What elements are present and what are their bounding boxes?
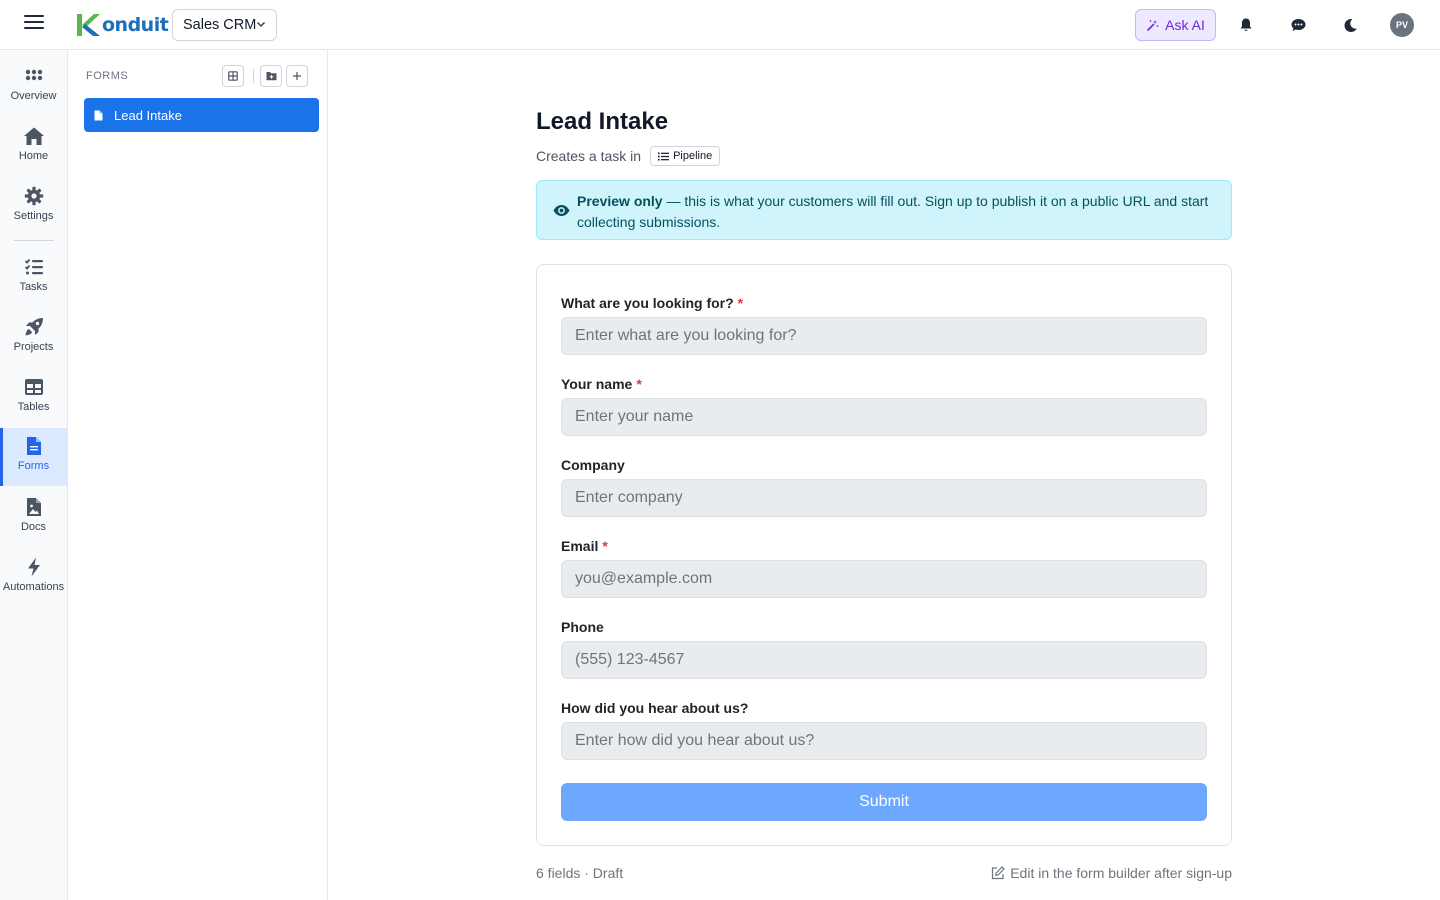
pipeline-badge[interactable]: Pipeline (650, 146, 721, 166)
phone-input[interactable] (561, 641, 1207, 679)
document-icon (94, 110, 103, 120)
chevron-down-icon (256, 21, 266, 28)
table-icon (24, 379, 43, 395)
required-marker: * (737, 295, 744, 311)
submit-button[interactable]: Submit (561, 783, 1207, 821)
forms-panel-title: FORMS (86, 70, 129, 82)
nav-overview[interactable]: Overview (0, 58, 67, 116)
chat-icon[interactable] (1288, 15, 1308, 35)
workspace-select[interactable]: Sales CRM (172, 9, 277, 41)
form-list-item-lead-intake[interactable]: Lead Intake (84, 98, 319, 132)
nav-settings[interactable]: Settings (0, 178, 67, 236)
nav-label-projects: Projects (13, 341, 54, 353)
email-input[interactable] (561, 560, 1207, 598)
edit-icon (992, 866, 1006, 880)
top-bar: onduit Sales CRM Ask AI PV (0, 0, 1440, 50)
page-title: Lead Intake (536, 108, 669, 135)
konduit-logo[interactable]: onduit (75, 11, 169, 39)
plus-icon (293, 72, 301, 80)
new-folder-button[interactable] (260, 65, 282, 87)
list-icon (658, 152, 670, 160)
gear-icon (24, 186, 43, 206)
nav-label-docs: Docs (20, 521, 47, 533)
field-label-email: Email * (561, 538, 608, 554)
nav-label-home: Home (18, 150, 49, 162)
referral-source-input[interactable] (561, 722, 1207, 760)
preview-banner: Preview only — this is what your custome… (536, 180, 1232, 240)
your-name-input[interactable] (561, 398, 1207, 436)
nav-label-automations: Automations (2, 581, 65, 593)
field-label-phone: Phone (561, 619, 604, 635)
ask-ai-label: Ask AI (1165, 17, 1205, 33)
nav-label-tasks: Tasks (19, 281, 48, 293)
nav-tables[interactable]: Tables (0, 369, 67, 427)
nav-label-forms: Forms (17, 460, 50, 472)
lightning-icon (27, 557, 40, 577)
subtitle-prefix: Creates a task in (536, 148, 642, 164)
nav-divider (14, 240, 54, 241)
grid-view-icon (228, 71, 238, 81)
logo-k-icon (77, 14, 100, 36)
ask-ai-button[interactable]: Ask AI (1135, 9, 1216, 41)
preview-banner-bold: Preview only (577, 193, 663, 209)
logo-text: onduit (102, 14, 169, 36)
form-card: What are you looking for?* Your name* Co… (536, 264, 1232, 846)
rocket-icon (25, 318, 43, 336)
preview-banner-message: — this is what your customers will fill … (577, 193, 1209, 230)
eye-icon (553, 205, 570, 216)
grid-view-button[interactable] (222, 65, 244, 87)
moon-icon[interactable] (1340, 15, 1360, 35)
nav-forms[interactable]: Forms (0, 428, 67, 486)
form-preview-area: Lead Intake Creates a task in Pipeline P… (328, 50, 1440, 900)
form-status: 6 fields · Draft (536, 865, 624, 881)
required-marker: * (602, 538, 608, 554)
grid-dots-icon (25, 69, 42, 81)
required-marker: * (636, 376, 642, 392)
menu-icon[interactable] (24, 15, 44, 35)
task-list-icon (24, 258, 43, 275)
form-doc-icon (26, 437, 41, 455)
nav-home[interactable]: Home (0, 118, 67, 176)
folder-plus-icon (266, 72, 276, 81)
preview-banner-text: Preview only — this is what your custome… (577, 191, 1217, 233)
company-input[interactable] (561, 479, 1207, 517)
magic-wand-icon (1147, 19, 1159, 31)
home-icon (23, 127, 44, 145)
field-label-looking-for: What are you looking for? * (561, 295, 744, 311)
nav-docs[interactable]: Docs (0, 489, 67, 547)
nav-label-settings: Settings (13, 210, 54, 222)
looking-for-input[interactable] (561, 317, 1207, 355)
panel-button-divider (253, 69, 254, 83)
form-builder-hint-text: Edit in the form builder after sign-up (1010, 865, 1232, 881)
field-label-referral-source: How did you hear about us? (561, 700, 749, 716)
nav-label-overview: Overview (10, 90, 57, 102)
form-list-item-label: Lead Intake (114, 107, 182, 123)
nav-projects[interactable]: Projects (0, 309, 67, 367)
left-nav: Overview Home Settings Tasks Projects Ta… (0, 50, 68, 900)
add-form-button[interactable] (286, 65, 308, 87)
field-label-company: Company (561, 457, 625, 473)
doc-image-icon (26, 498, 41, 516)
pipeline-badge-label: Pipeline (673, 150, 713, 162)
nav-automations[interactable]: Automations (0, 549, 67, 607)
field-label-your-name: Your name * (561, 376, 642, 392)
forms-panel: FORMS Lead Intake (68, 50, 328, 900)
workspace-name: Sales CRM (183, 17, 257, 33)
form-subtitle: Creates a task in Pipeline (536, 146, 721, 166)
user-avatar[interactable]: PV (1390, 13, 1414, 37)
nav-label-tables: Tables (17, 401, 50, 413)
form-builder-hint: Edit in the form builder after sign-up (988, 865, 1232, 881)
nav-tasks[interactable]: Tasks (0, 249, 67, 307)
bell-icon[interactable] (1236, 15, 1256, 35)
